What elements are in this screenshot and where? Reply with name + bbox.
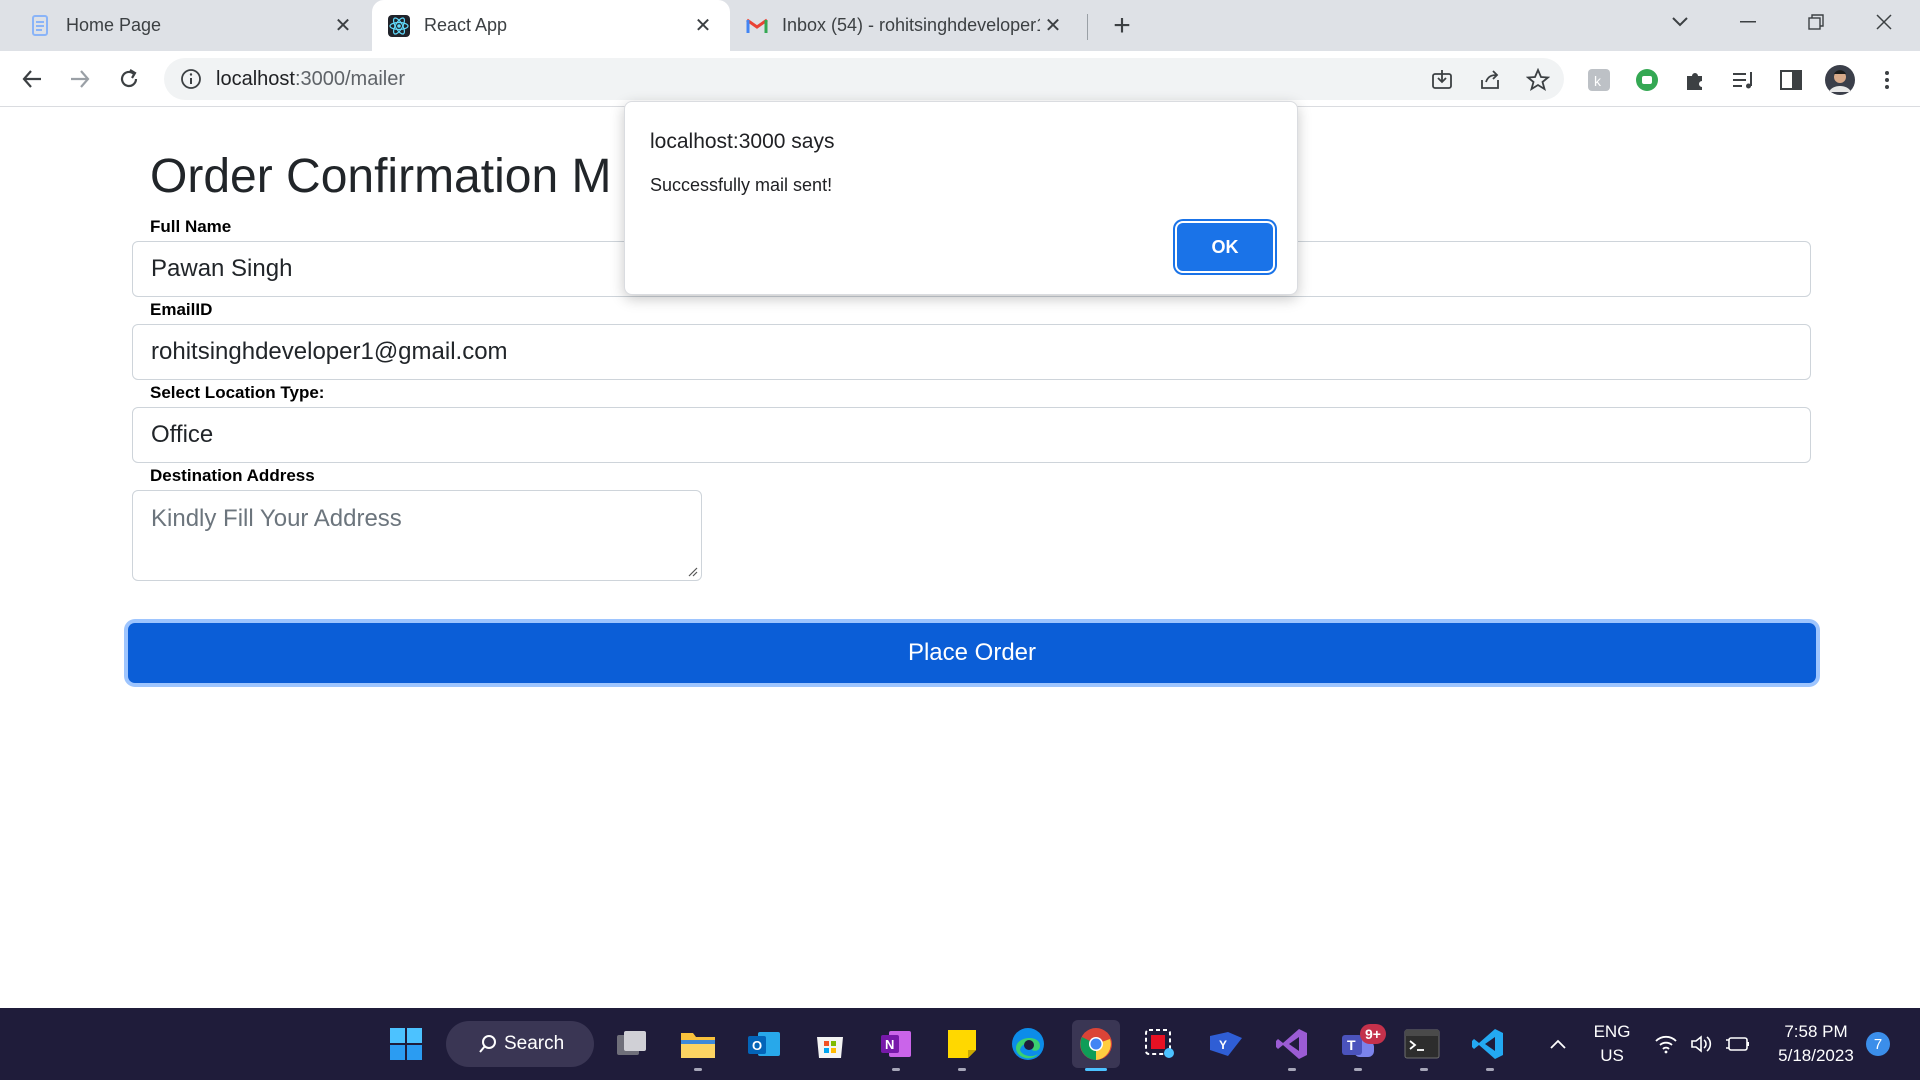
running-indicator xyxy=(1288,1068,1296,1071)
microsoft-store-icon[interactable] xyxy=(808,1022,852,1066)
browser-toolbar: localhost:3000/mailer k xyxy=(0,51,1920,107)
edge-icon[interactable] xyxy=(1006,1022,1050,1066)
running-indicator xyxy=(958,1068,966,1071)
email-label: EmailID xyxy=(150,300,213,319)
place-order-button[interactable]: Place Order xyxy=(128,623,1816,683)
resize-grip-icon[interactable] xyxy=(686,565,698,577)
wifi-icon[interactable] xyxy=(1648,1022,1684,1066)
site-info-icon[interactable] xyxy=(180,68,202,90)
back-icon[interactable] xyxy=(14,61,50,97)
taskbar-search[interactable]: Search xyxy=(446,1021,594,1067)
tab-strip: Home Page ✕ React App ✕ Inbox (54) - roh… xyxy=(0,0,1920,51)
close-tab-icon[interactable]: ✕ xyxy=(690,13,716,39)
extension-green-icon[interactable] xyxy=(1634,67,1660,93)
dialog-ok-button[interactable]: OK xyxy=(1177,223,1273,271)
tab-title: Inbox (54) - rohitsinghdeveloper1 xyxy=(782,15,1040,35)
document-icon xyxy=(30,14,52,37)
running-indicator xyxy=(1420,1068,1428,1071)
svg-text:Y: Y xyxy=(1219,1038,1227,1052)
notification-badge[interactable]: 7 xyxy=(1866,1032,1890,1056)
search-icon xyxy=(479,1035,496,1053)
onenote-icon[interactable]: N xyxy=(874,1022,918,1066)
destination-address-label: Destination Address xyxy=(150,466,315,485)
more-menu-icon[interactable] xyxy=(1874,67,1900,93)
tab-title: Home Page xyxy=(66,15,162,35)
language-indicator[interactable]: ENG US xyxy=(1590,1022,1634,1066)
dialog-title: localhost:3000 says xyxy=(650,130,835,153)
close-tab-icon[interactable]: ✕ xyxy=(1040,13,1066,39)
task-view-icon[interactable] xyxy=(610,1022,654,1066)
share-icon[interactable] xyxy=(1478,68,1502,92)
running-indicator xyxy=(1354,1068,1362,1071)
close-window-button[interactable] xyxy=(1850,0,1918,44)
dialog-message: Successfully mail sent! xyxy=(650,175,833,195)
svg-text:T: T xyxy=(1347,1037,1356,1053)
windows-taskbar: Search O N Y T 9+ ENG US 7:58 PM 5/18/20… xyxy=(0,1008,1920,1080)
language-code: ENG xyxy=(1593,1022,1631,1041)
reload-icon[interactable] xyxy=(111,61,147,97)
tab-react-app[interactable]: React App ✕ xyxy=(372,0,730,51)
tab-title: React App xyxy=(424,15,508,35)
active-indicator xyxy=(1085,1068,1107,1071)
address-bar[interactable]: localhost:3000/mailer xyxy=(164,58,1564,100)
extensions-puzzle-icon[interactable] xyxy=(1682,67,1708,93)
install-app-icon[interactable] xyxy=(1430,68,1454,92)
battery-icon[interactable] xyxy=(1720,1022,1756,1066)
tab-inbox[interactable]: Inbox (54) - rohitsinghdeveloper1 ✕ xyxy=(730,0,1080,51)
volume-icon[interactable] xyxy=(1684,1022,1720,1066)
vscode-icon[interactable] xyxy=(1466,1022,1510,1066)
close-tab-icon[interactable]: ✕ xyxy=(330,13,356,39)
tab-separator xyxy=(1087,14,1088,40)
running-indicator xyxy=(1486,1068,1494,1071)
running-indicator xyxy=(694,1068,702,1071)
email-input[interactable]: rohitsinghdeveloper1@gmail.com xyxy=(132,324,1811,380)
svg-text:O: O xyxy=(752,1038,762,1053)
media-control-icon[interactable] xyxy=(1730,67,1756,93)
svg-text:k: k xyxy=(1594,73,1602,89)
extension-k-icon[interactable]: k xyxy=(1586,67,1612,93)
teams-badge: 9+ xyxy=(1360,1024,1386,1044)
location-type-select[interactable]: Office xyxy=(132,407,1811,463)
new-tab-button[interactable]: + xyxy=(1106,9,1138,42)
url-text: localhost:3000/mailer xyxy=(216,67,405,90)
profile-avatar[interactable] xyxy=(1824,64,1856,96)
tab-search-icon[interactable] xyxy=(1646,0,1714,44)
show-hidden-icons[interactable] xyxy=(1538,1022,1578,1066)
snipping-tool-icon[interactable] xyxy=(1138,1022,1182,1066)
restore-button[interactable] xyxy=(1782,0,1850,44)
svg-text:N: N xyxy=(885,1037,894,1052)
full-name-label: Full Name xyxy=(150,217,232,236)
tab-home-page[interactable]: Home Page ✕ xyxy=(0,0,370,51)
yammer-icon[interactable]: Y xyxy=(1204,1022,1248,1066)
taskbar-search-label: Search xyxy=(504,1033,565,1054)
destination-address-textarea[interactable]: Kindly Fill Your Address xyxy=(132,490,702,581)
running-indicator xyxy=(892,1068,900,1071)
terminal-icon[interactable] xyxy=(1400,1022,1444,1066)
side-panel-icon[interactable] xyxy=(1778,67,1804,93)
minimize-button[interactable] xyxy=(1714,0,1782,44)
react-icon xyxy=(388,14,410,37)
gmail-icon xyxy=(746,15,768,37)
location-type-label: Select Location Type: xyxy=(150,383,325,402)
clock[interactable]: 7:58 PM 5/18/2023 xyxy=(1768,1022,1864,1066)
address-placeholder: Kindly Fill Your Address xyxy=(151,505,402,532)
page-title: Order Confirmation M xyxy=(150,150,612,203)
clock-time: 7:58 PM xyxy=(1784,1022,1848,1041)
bookmark-star-icon[interactable] xyxy=(1525,67,1551,92)
chrome-icon[interactable] xyxy=(1072,1020,1120,1068)
sticky-notes-icon[interactable] xyxy=(940,1022,984,1066)
outlook-icon[interactable]: O xyxy=(742,1022,786,1066)
language-region: US xyxy=(1600,1046,1624,1065)
alert-dialog: localhost:3000 says Successfully mail se… xyxy=(624,101,1298,295)
visual-studio-icon[interactable] xyxy=(1270,1022,1314,1066)
file-explorer-icon[interactable] xyxy=(676,1022,720,1066)
forward-icon[interactable] xyxy=(62,61,98,97)
windows-start-icon[interactable] xyxy=(384,1022,428,1066)
clock-date: 5/18/2023 xyxy=(1778,1046,1854,1065)
